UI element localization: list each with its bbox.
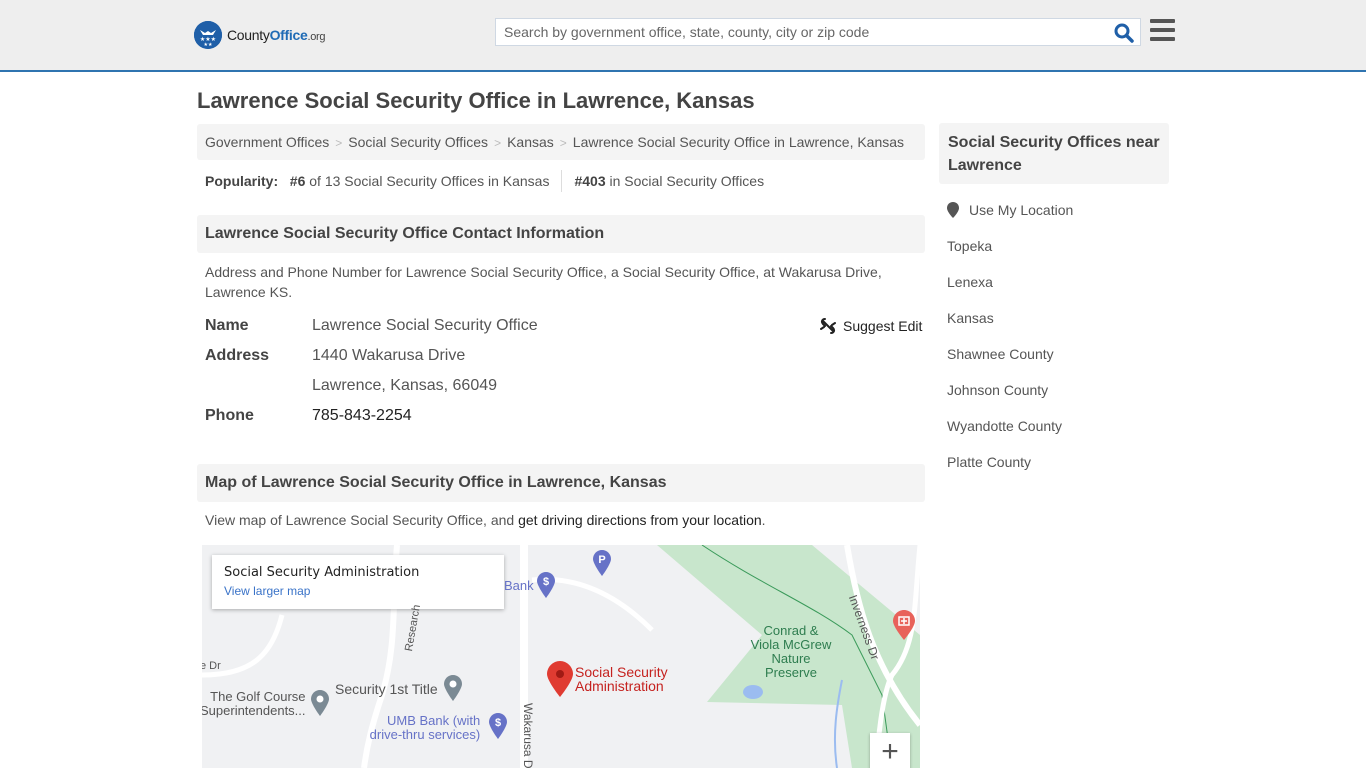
suggest-edit: Suggest Edit <box>820 318 922 334</box>
phone-label: Phone <box>205 407 254 424</box>
map-label-golf[interactable]: The Golf Course Superintendents... <box>202 690 306 718</box>
map-label-ssa: Social Security Administration <box>575 664 668 694</box>
ssa-location-pin-icon[interactable] <box>547 661 573 697</box>
address-label: Address <box>205 347 270 364</box>
search-box <box>495 18 1141 46</box>
driving-directions-link[interactable]: get driving directions from your locatio… <box>518 512 762 528</box>
svg-text:★★: ★★ <box>204 42 213 48</box>
contact-heading: Lawrence Social Security Office Contact … <box>197 215 925 253</box>
sidebar-link-kansas[interactable]: Kansas <box>947 309 1073 345</box>
breadcrumb-separator: > <box>494 136 502 150</box>
sidebar-link-wyandotte-county[interactable]: Wyandotte County <box>947 417 1073 453</box>
map-label-umb-bank[interactable]: UMB Bank (with drive-thru services) <box>370 714 481 742</box>
svg-text:$: $ <box>543 576 549 588</box>
sidebar-link-shawnee-county[interactable]: Shawnee County <box>947 345 1073 381</box>
map-label-security-title[interactable]: Security 1st Title <box>335 682 438 696</box>
map-label-nature-preserve[interactable]: Conrad & Viola McGrew Nature Preserve <box>738 624 844 680</box>
breadcrumb-separator: > <box>559 136 567 150</box>
breadcrumb-social-security-offices[interactable]: Social Security Offices <box>348 134 488 150</box>
bank-pin-icon[interactable]: $ <box>537 572 555 598</box>
phone-link[interactable]: 785-843-2254 <box>312 407 412 424</box>
map-description: View map of Lawrence Social Security Off… <box>205 510 915 530</box>
svg-text:$: $ <box>495 717 501 729</box>
google-map[interactable]: Social Security Administration View larg… <box>202 545 920 768</box>
map-desc-text: View map of Lawrence Social Security Off… <box>205 512 519 528</box>
national-rank-text: in Social Security Offices <box>609 173 765 189</box>
use-my-location: Use My Location <box>947 201 1073 237</box>
breadcrumb-government-offices[interactable]: Government Offices <box>205 134 329 150</box>
map-card-title: Social Security Administration <box>224 565 420 580</box>
place-pin-icon[interactable] <box>311 690 329 716</box>
period: . <box>761 512 766 528</box>
sidebar-links: Use My Location Topeka Lenexa Kansas Sha… <box>947 201 1073 489</box>
name-label: Name <box>205 317 249 334</box>
address-row-2: Lawrence, Kansas, 66049 <box>205 377 497 395</box>
map-heading: Map of Lawrence Social Security Office i… <box>197 464 925 502</box>
national-rank: #403 <box>574 173 606 189</box>
address-line2: Lawrence, Kansas, 66049 <box>312 377 498 394</box>
popularity-label: Popularity: <box>205 173 279 189</box>
sidebar-heading: Social Security Offices near Lawrence <box>939 123 1169 184</box>
address-line1: 1440 Wakarusa Drive <box>312 347 466 364</box>
bank-pin-icon[interactable]: $ <box>489 713 507 739</box>
use-my-location-link[interactable]: Use My Location <box>969 201 1073 237</box>
breadcrumb-kansas[interactable]: Kansas <box>507 134 554 150</box>
state-rank: #6 <box>289 173 306 189</box>
name-value: Lawrence Social Security Office <box>312 317 538 334</box>
site-header: ★★★ ★★ CountyOffice.org <box>0 0 1366 72</box>
sidebar-link-lenexa[interactable]: Lenexa <box>947 273 1073 309</box>
phone-row: Phone 785-843-2254 <box>205 407 412 425</box>
breadcrumb-current: Lawrence Social Security Office in Lawre… <box>572 134 905 150</box>
map-label-wakarusa: Wakarusa Dr <box>521 703 535 768</box>
site-logo[interactable]: ★★★ ★★ CountyOffice.org <box>194 21 326 49</box>
hamburger-menu-icon[interactable] <box>1150 19 1175 41</box>
breadcrumb-separator: > <box>335 136 343 150</box>
address-row: Address 1440 Wakarusa Drive <box>205 347 465 365</box>
sidebar-link-johnson-county[interactable]: Johnson County <box>947 381 1073 417</box>
broken-link-icon <box>820 318 836 334</box>
breadcrumb: Government Offices > Social Security Offic… <box>197 124 925 160</box>
map-label-dr: e Dr <box>202 660 221 672</box>
state-rank-text: of 13 Social Security Offices in Kansas <box>309 173 550 189</box>
location-pin-icon <box>947 202 959 218</box>
svg-text:P: P <box>598 554 605 566</box>
name-row: Name Lawrence Social Security Office <box>205 317 538 335</box>
page-title: Lawrence Social Security Office in Lawre… <box>197 88 755 113</box>
map-info-card: Social Security Administration View larg… <box>212 555 504 609</box>
search-input[interactable] <box>496 19 1096 45</box>
hospital-pin-icon[interactable] <box>893 610 915 640</box>
sidebar-link-topeka[interactable]: Topeka <box>947 237 1073 273</box>
logo-text: CountyOffice.org <box>227 27 326 43</box>
map-label-bank[interactable]: Bank <box>504 579 534 593</box>
popularity: Popularity: #6 of 13 Social Security Off… <box>205 170 765 192</box>
sidebar-link-platte-county[interactable]: Platte County <box>947 453 1073 489</box>
map-zoom-in-button[interactable]: + <box>870 733 910 768</box>
divider <box>561 170 563 192</box>
eagle-logo-icon: ★★★ ★★ <box>194 21 222 49</box>
view-larger-map-link[interactable]: View larger map <box>224 584 492 598</box>
parking-pin-icon[interactable]: P <box>593 550 611 576</box>
suggest-edit-link[interactable]: Suggest Edit <box>843 318 922 334</box>
search-icon[interactable] <box>1113 22 1135 44</box>
contact-description: Address and Phone Number for Lawrence So… <box>205 264 882 300</box>
place-pin-icon[interactable] <box>444 675 462 701</box>
